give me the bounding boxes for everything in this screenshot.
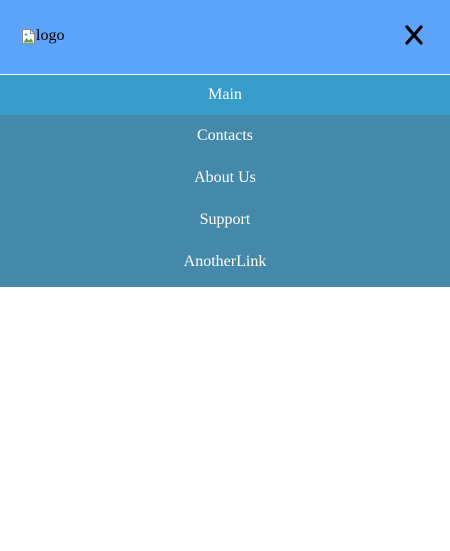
nav-item-contacts[interactable]: Contacts [0,115,450,157]
close-icon [405,25,423,45]
header-bar: logo [0,0,450,74]
logo-alt-text: logo [36,27,65,44]
nav-item-about-us[interactable]: About Us [0,157,450,199]
nav-item-support[interactable]: Support [0,199,450,241]
nav-menu: Main Contacts About Us Support AnotherLi… [0,75,450,287]
nav-item-anotherlink[interactable]: AnotherLink [0,241,450,283]
close-button[interactable] [402,23,426,47]
logo[interactable]: logo [22,27,64,45]
nav-item-main[interactable]: Main [0,75,450,115]
broken-image-icon [22,28,35,44]
